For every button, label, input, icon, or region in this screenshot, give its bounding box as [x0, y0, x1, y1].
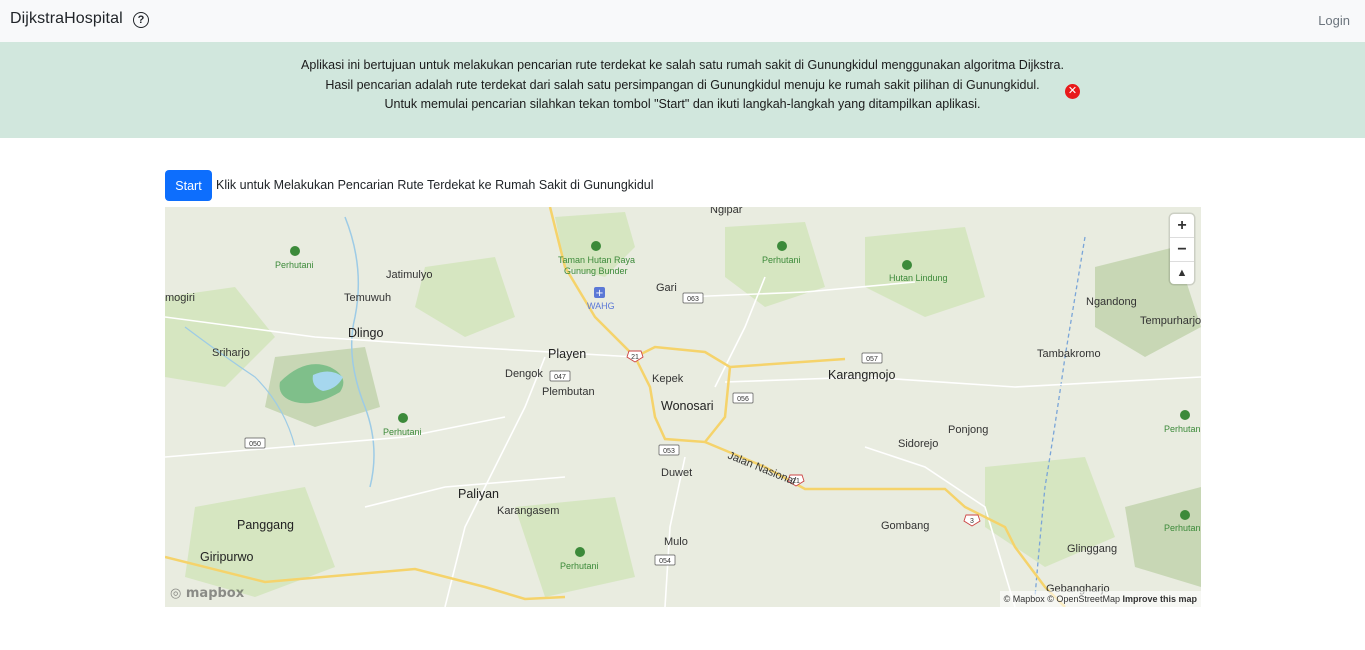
label-ngipar: Ngipar — [710, 207, 743, 216]
compass-button[interactable]: ▲ — [1170, 262, 1194, 285]
shield-056: 056 — [737, 396, 749, 403]
label-gunung-bunder: Gunung Bunder — [564, 266, 628, 276]
label-tambakromo: Tambakromo — [1037, 348, 1101, 360]
label-kepek: Kepek — [652, 373, 684, 385]
attribution-osm-link[interactable]: © OpenStreetMap — [1047, 594, 1120, 604]
park-icon — [1180, 410, 1190, 420]
label-glinggang: Glinggang — [1067, 543, 1117, 555]
park-icon — [777, 241, 787, 251]
label-wahg: WAHG — [587, 301, 615, 311]
park-icon — [575, 547, 585, 557]
label-perhutani: Perhutani — [560, 561, 599, 571]
park-icon — [398, 413, 408, 423]
label-sriharjo: Sriharjo — [212, 347, 250, 359]
label-dengok: Dengok — [505, 368, 543, 380]
shield-054: 054 — [659, 558, 671, 565]
label-perhutani: Perhutani — [1164, 424, 1201, 434]
label-hutan-lindung: Hutan Lindung — [889, 273, 948, 283]
label-jatimulyo: Jatimulyo — [386, 269, 432, 281]
shield-053: 053 — [663, 448, 675, 455]
label-perhutani: Perhutani — [275, 260, 314, 270]
shield-057: 057 — [866, 356, 878, 363]
label-perhutani: Perhutani — [762, 255, 801, 265]
start-button[interactable]: Start — [165, 170, 212, 201]
park-icon — [902, 260, 912, 270]
label-dlingo: Dlingo — [348, 326, 383, 340]
alert-line-3: Untuk memulai pencarian silahkan tekan t… — [384, 97, 981, 111]
label-tempurharjo: Tempurharjo — [1140, 315, 1201, 327]
label-ponjong: Ponjong — [948, 424, 988, 436]
label-karangasem: Karangasem — [497, 505, 559, 517]
label-playen: Playen — [548, 347, 586, 361]
park-icon — [591, 241, 601, 251]
alert-line-1: Aplikasi ini bertujuan untuk melakukan p… — [301, 58, 1064, 72]
label-panggang: Panggang — [237, 518, 294, 532]
navbar: DijkstraHospital ? Login — [0, 0, 1365, 42]
label-plembutan: Plembutan — [542, 386, 595, 398]
label-perhutani: Perhutani — [383, 427, 422, 437]
map-tiles: 063 057 21 047 056 050 053 21 3 054 + Ng… — [165, 207, 1201, 607]
shield-050: 050 — [249, 441, 261, 448]
map-canvas[interactable]: 063 057 21 047 056 050 053 21 3 054 + Ng… — [165, 207, 1201, 607]
label-ngandong: Ngandong — [1086, 296, 1137, 308]
mapbox-logo[interactable]: ◎ mapbox — [170, 586, 244, 601]
map-attribution: © Mapbox © OpenStreetMap Improve this ma… — [999, 591, 1201, 607]
label-jalan-nasional: Jalan Nasional — [726, 450, 797, 488]
label-mulo: Mulo — [664, 536, 688, 548]
label-giripurwo: Giripurwo — [200, 550, 254, 564]
start-description: Klik untuk Melakukan Pencarian Rute Terd… — [216, 178, 654, 192]
shield-047: 047 — [554, 374, 566, 381]
mapbox-logo-icon: ◎ — [170, 586, 182, 601]
shield-3: 3 — [970, 518, 974, 525]
zoom-in-button[interactable]: + — [1170, 214, 1194, 238]
label-sidorejo: Sidorejo — [898, 438, 938, 450]
zoom-out-button[interactable]: − — [1170, 238, 1194, 262]
label-taman-hutan: Taman Hutan Raya — [558, 255, 635, 265]
close-icon[interactable]: ✕ — [1065, 84, 1080, 99]
help-icon[interactable]: ? — [133, 12, 149, 28]
label-gombang: Gombang — [881, 520, 929, 532]
alert-text: Aplikasi ini bertujuan untuk melakukan p… — [0, 56, 1365, 115]
label-duwet: Duwet — [661, 467, 692, 479]
attribution-mapbox-link[interactable]: © Mapbox — [1004, 594, 1045, 604]
park-icon — [1180, 510, 1190, 520]
shield-063: 063 — [687, 296, 699, 303]
label-karangmojo: Karangmojo — [828, 368, 895, 382]
label-mogiri: mogiri — [165, 292, 195, 304]
brand-title[interactable]: DijkstraHospital — [10, 10, 123, 28]
alert-line-2: Hasil pencarian adalah rute terdekat dar… — [325, 77, 1040, 92]
shield-21-north: 21 — [631, 354, 639, 361]
info-alert: Aplikasi ini bertujuan untuk melakukan p… — [0, 42, 1365, 138]
park-icon — [290, 246, 300, 256]
label-gari: Gari — [656, 282, 677, 294]
zoom-controls: + − ▲ — [1170, 214, 1194, 284]
hospital-cross: + — [595, 288, 603, 299]
mapbox-logo-text: mapbox — [185, 586, 245, 601]
improve-map-link[interactable]: Improve this map — [1122, 594, 1197, 604]
login-link[interactable]: Login — [1318, 13, 1350, 28]
label-paliyan: Paliyan — [458, 487, 499, 501]
label-temuwuh: Temuwuh — [344, 292, 391, 304]
label-perhutani: Perhutani — [1164, 523, 1201, 533]
label-wonosari: Wonosari — [661, 399, 714, 413]
